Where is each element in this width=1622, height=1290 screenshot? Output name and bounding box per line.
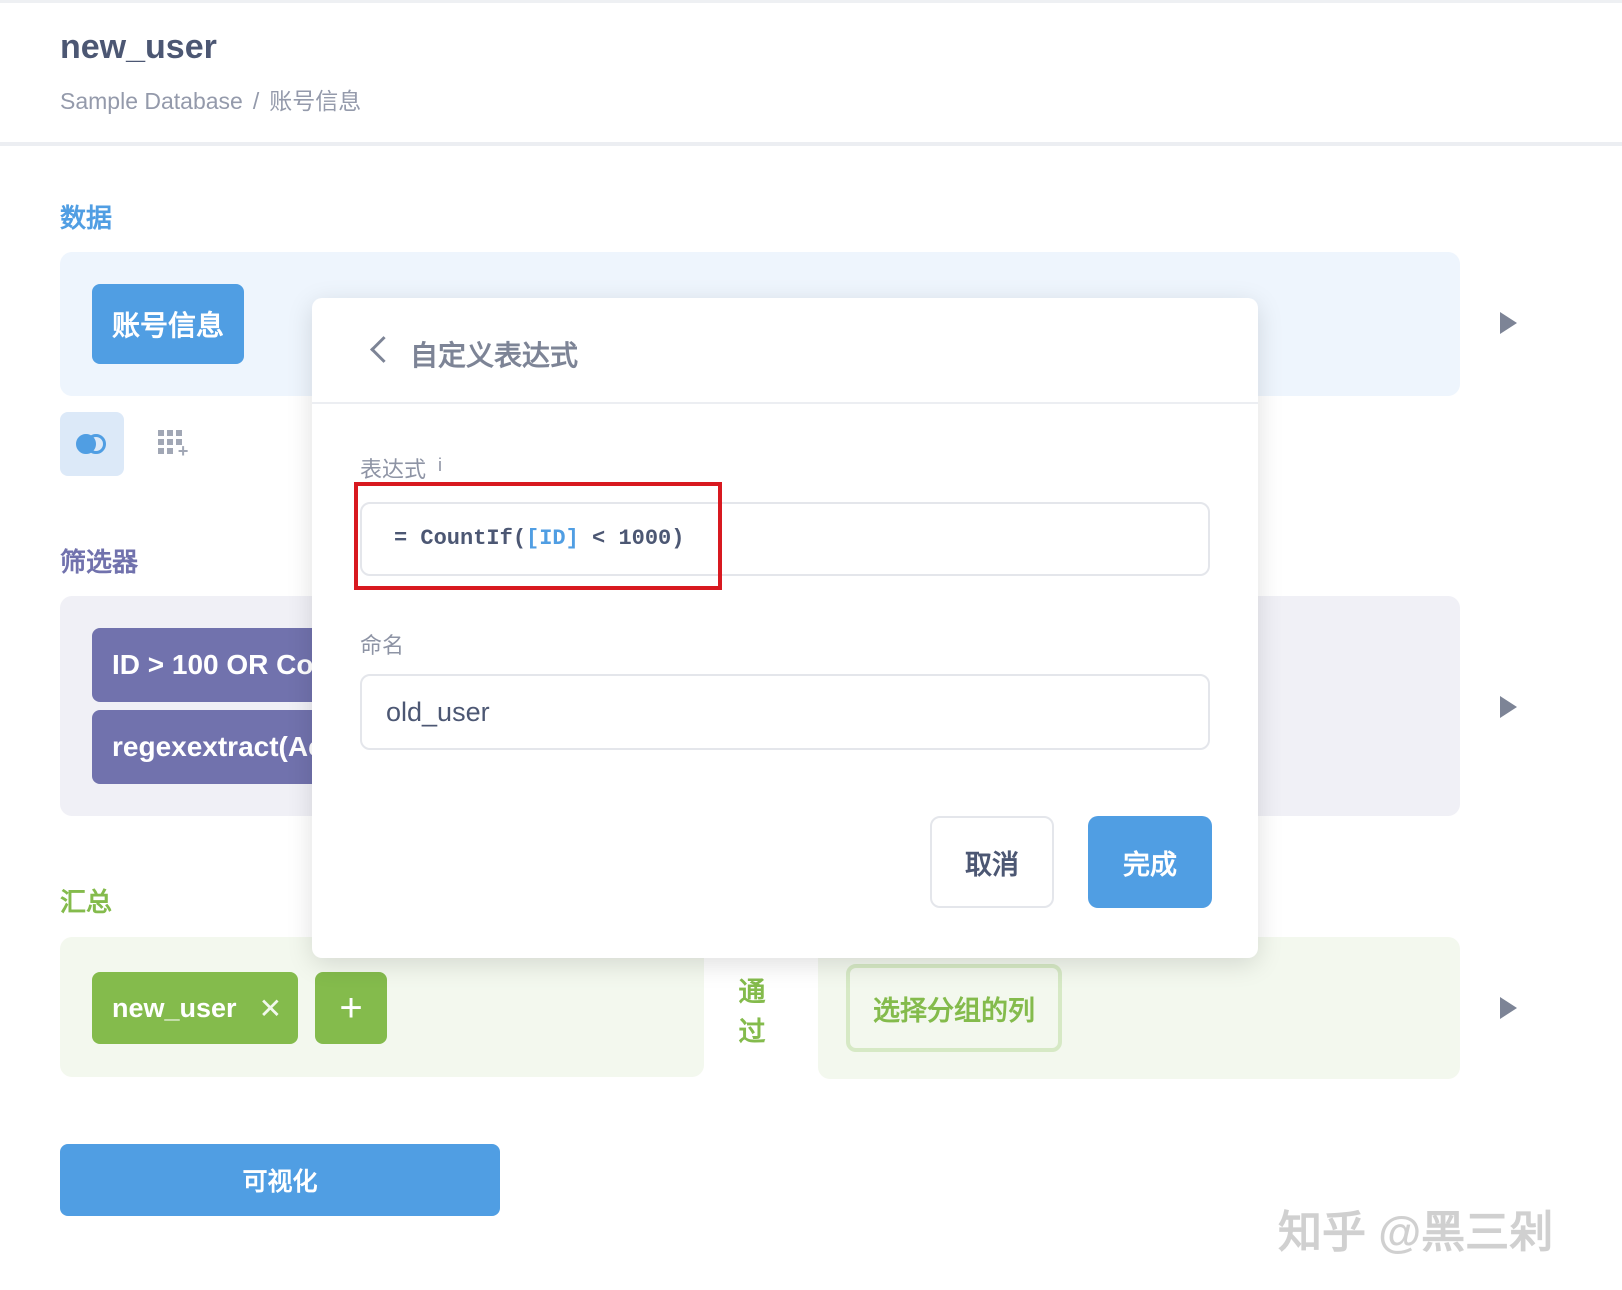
name-label: 命名	[360, 633, 405, 658]
page-header: new_user Sample Database / 账号信息	[0, 0, 1622, 146]
cancel-button[interactable]: 取消	[930, 816, 1054, 908]
breadcrumb-database[interactable]: Sample Database	[60, 88, 243, 114]
info-icon[interactable]: i	[438, 455, 442, 475]
expression-label: 表达式 i	[360, 452, 442, 484]
filter-pill[interactable]: regexextract(Ac	[92, 710, 332, 784]
data-section-label: 数据	[60, 203, 113, 233]
metric-pill[interactable]: new_user ✕	[92, 972, 298, 1044]
visualize-button[interactable]: 可视化	[60, 1144, 500, 1216]
add-metric-button[interactable]: +	[315, 972, 387, 1044]
custom-expression-popover: 自定义表达式 表达式 i = CountIf([ID] < 1000) 命名 ol…	[312, 298, 1258, 958]
highlight-annotation-box	[354, 482, 722, 590]
join-icon-ring	[86, 434, 106, 454]
group-by-label: 通 过	[732, 972, 772, 1052]
preview-filter-play-icon[interactable]	[1500, 696, 1517, 718]
popover-title[interactable]: 自定义表达式	[410, 334, 578, 374]
filter-section-label: 筛选器	[60, 547, 139, 577]
group-by-label-char-2: 过	[738, 1017, 766, 1047]
name-input[interactable]: old_user	[360, 674, 1210, 750]
popover-header: 自定义表达式	[312, 298, 1258, 404]
done-button[interactable]: 完成	[1088, 816, 1212, 908]
pick-group-column-button[interactable]: 选择分组的列	[846, 964, 1062, 1052]
filter-pill[interactable]: ID > 100 OR Cou	[92, 628, 332, 702]
name-value: old_user	[386, 697, 490, 727]
join-data-button[interactable]	[60, 412, 124, 476]
group-by-label-char-1: 通	[738, 977, 766, 1007]
close-icon[interactable]: ✕	[259, 992, 282, 1025]
breadcrumb-separator: /	[252, 88, 260, 114]
preview-data-play-icon[interactable]	[1500, 312, 1517, 334]
metric-label: new_user	[112, 992, 237, 1023]
preview-summary-play-icon[interactable]	[1500, 997, 1517, 1019]
summary-section-label: 汇总	[60, 887, 113, 917]
expression-label-text: 表达式	[360, 457, 427, 482]
chevron-left-icon[interactable]	[366, 334, 396, 368]
plus-icon: +	[177, 441, 188, 461]
table-selector-button[interactable]: 账号信息	[92, 284, 244, 364]
breadcrumb-table[interactable]: 账号信息	[269, 88, 361, 114]
watermark-text: 知乎 @黑三剁	[1278, 1208, 1554, 1257]
custom-column-icon[interactable]: +	[158, 430, 188, 461]
page-title: new_user	[60, 28, 217, 66]
breadcrumb: Sample Database / 账号信息	[60, 82, 361, 116]
